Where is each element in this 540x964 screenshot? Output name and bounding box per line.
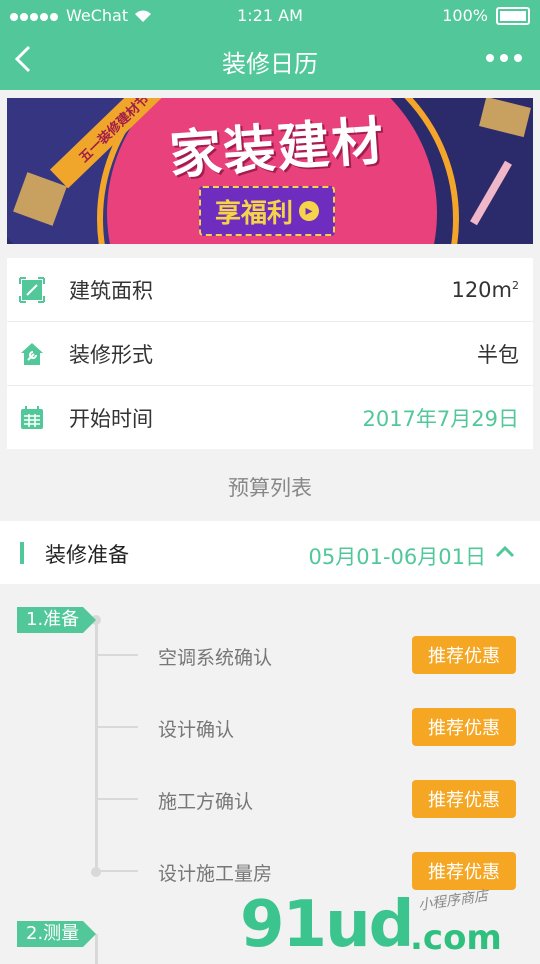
page-title: 装修日历 bbox=[222, 50, 318, 78]
area-icon bbox=[19, 276, 45, 303]
banner-cta-button[interactable]: 享福利 ▸ bbox=[199, 186, 335, 236]
recommend-offer-button[interactable]: 推荐优惠 bbox=[412, 636, 516, 674]
battery-percent: 100% bbox=[442, 6, 488, 25]
more-dot bbox=[514, 54, 522, 62]
start-row[interactable]: 开始时间 2017年7月29日 bbox=[7, 386, 533, 449]
type-row[interactable]: 装修形式 半包 bbox=[7, 322, 533, 386]
area-unit-sup: 2 bbox=[512, 278, 519, 292]
task-name: 施工方确认 bbox=[158, 791, 254, 813]
watermark-logo: 91ud 小程序商店 .com bbox=[240, 880, 540, 962]
type-label: 装修形式 bbox=[69, 342, 153, 367]
gift-box-icon bbox=[479, 98, 531, 138]
more-button[interactable] bbox=[486, 54, 522, 62]
watermark-cn: 小程序商店 bbox=[417, 888, 489, 914]
promo-banner[interactable]: 五一装修建材节 家装建材 享福利 ▸ bbox=[7, 98, 533, 244]
banner-cta-label: 享福利 bbox=[214, 198, 293, 229]
task-item: 施工方确认 推荐优惠 bbox=[0, 779, 540, 819]
arrow-right-icon: ▸ bbox=[299, 201, 319, 221]
phase-header[interactable]: 装修准备 05月01-06月01日 bbox=[0, 521, 540, 584]
type-value: 半包 bbox=[477, 342, 519, 367]
area-number: 120m bbox=[451, 277, 512, 302]
task-item: 设计确认 推荐优惠 bbox=[0, 707, 540, 747]
phase-date-range: 05月01-06月01日 bbox=[308, 545, 486, 569]
project-info-list: 建筑面积 120m2 装修形式 半包 开始时间 2017年7月29日 bbox=[7, 258, 533, 449]
start-value: 2017年7月29日 bbox=[362, 406, 519, 431]
battery-group: 100% bbox=[442, 6, 530, 25]
decor-stick bbox=[470, 160, 512, 226]
recommend-offer-button[interactable]: 推荐优惠 bbox=[412, 780, 516, 818]
task-name: 设计确认 bbox=[158, 719, 235, 741]
recommend-offer-button[interactable]: 推荐优惠 bbox=[412, 708, 516, 746]
nav-bar: 装修日历 bbox=[0, 30, 540, 90]
battery-icon bbox=[496, 6, 530, 25]
area-label: 建筑面积 bbox=[69, 278, 153, 303]
timeline-branch bbox=[96, 798, 138, 800]
phase-accent-bar bbox=[20, 542, 24, 564]
watermark-com: .com bbox=[410, 918, 502, 958]
step-tag-prepare: 1.准备 bbox=[17, 607, 97, 633]
status-bar: WeChat 1:21 AM 100% bbox=[0, 0, 540, 30]
calendar-icon bbox=[21, 405, 43, 429]
area-value: 120m2 bbox=[451, 278, 519, 302]
more-dots-icon bbox=[486, 54, 494, 62]
timeline-branch bbox=[96, 654, 138, 656]
start-label: 开始时间 bbox=[69, 406, 153, 431]
house-wrench-icon bbox=[21, 342, 43, 365]
area-row[interactable]: 建筑面积 120m2 bbox=[7, 258, 533, 322]
more-dot bbox=[500, 54, 508, 62]
timeline-branch bbox=[96, 870, 138, 872]
budget-list-link[interactable]: 预算列表 bbox=[0, 472, 540, 502]
task-item: 空调系统确认 推荐优惠 bbox=[0, 635, 540, 675]
step-tag-measure: 2.测量 bbox=[17, 921, 97, 947]
timeline-branch bbox=[96, 726, 138, 728]
chevron-up-icon[interactable] bbox=[494, 541, 516, 563]
watermark-digits: 91ud bbox=[240, 888, 414, 962]
phase-title: 装修准备 bbox=[45, 543, 129, 567]
task-name: 空调系统确认 bbox=[158, 647, 273, 669]
